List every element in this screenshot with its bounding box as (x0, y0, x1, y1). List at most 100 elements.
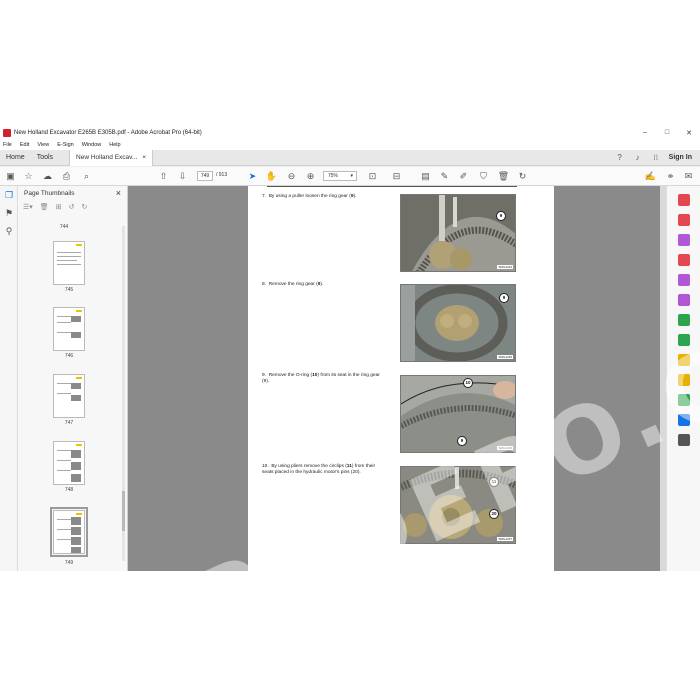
thumbnail-page-747[interactable] (53, 374, 85, 418)
rotate-right-icon[interactable]: ↻ (81, 203, 87, 211)
minimize-button[interactable]: – (634, 129, 656, 137)
export-pdf-icon[interactable] (678, 194, 690, 206)
more-tools-icon[interactable] (678, 434, 690, 446)
stamp-icon[interactable]: ⛉ (477, 170, 490, 183)
thumbnail-page-749[interactable] (50, 507, 88, 557)
title-bar: New Holland Excavator E265B E305B.pdf - … (0, 126, 700, 140)
menu-view[interactable]: View (37, 142, 49, 148)
upload-cloud-icon[interactable]: ☁ (41, 170, 54, 183)
print-icon[interactable]: ⎙ (60, 170, 73, 183)
thumbnail-options-icon[interactable]: ☰▾ (23, 203, 33, 211)
menu-help[interactable]: Help (109, 142, 120, 148)
callout-label: 10 (463, 378, 473, 388)
scrolling-mode-icon[interactable]: ⊟ (390, 170, 403, 183)
save-icon[interactable]: ▣ (4, 170, 17, 183)
scan-ocr-icon[interactable] (678, 334, 690, 346)
thumbnails-scrollbar[interactable] (122, 226, 125, 561)
callout-label: 9 (457, 436, 467, 446)
comment-icon[interactable]: ▤ (419, 170, 432, 183)
zoom-caret-icon: ▾ (350, 173, 353, 179)
zoom-value: 75% (328, 173, 339, 179)
zoom-in-icon[interactable]: ⊕ (304, 170, 317, 183)
menu-esign[interactable]: E-Sign (57, 142, 74, 148)
close-panel-icon[interactable]: × (116, 188, 121, 198)
menu-file[interactable]: File (3, 142, 12, 148)
figure-tag: SMG1236 (497, 446, 513, 450)
print-production-icon[interactable] (678, 394, 690, 406)
document-viewport[interactable]: 7. By using a puller loosen the ring gea… (128, 186, 666, 571)
document-tab-label: New Holland Excav... (76, 153, 138, 161)
protect-icon[interactable] (678, 414, 690, 426)
bookmark-star-icon[interactable]: ☆ (22, 170, 35, 183)
help-icon[interactable]: ? (611, 153, 629, 162)
thumbnail-page-number: 745 (64, 287, 74, 293)
create-pdf-icon[interactable] (678, 214, 690, 226)
thumbnail-page-number: 744 (59, 224, 69, 230)
callout-label: 11 (489, 477, 499, 487)
close-tab-icon[interactable]: × (142, 150, 146, 166)
thumbnail-page-745[interactable] (53, 241, 85, 285)
hand-tool-icon[interactable]: ✋ (265, 170, 278, 183)
maximize-button[interactable]: □ (656, 129, 678, 137)
send-for-signature-icon[interactable] (678, 294, 690, 306)
page-number-input[interactable]: 749 (197, 171, 213, 181)
delete-icon[interactable]: 🗑 (497, 170, 510, 183)
page-fit-icon[interactable]: ⊡ (366, 170, 379, 183)
menu-window[interactable]: Window (82, 142, 102, 148)
email-icon[interactable]: ✉ (682, 170, 695, 183)
thumbnails-panel-title: Page Thumbnails (24, 189, 75, 197)
previous-page-icon[interactable]: ⇧ (157, 170, 170, 183)
draw-icon[interactable]: ✐ (457, 170, 470, 183)
delete-pages-icon[interactable]: 🗑 (40, 203, 49, 211)
share-link-icon[interactable]: ⚭ (664, 170, 677, 183)
tab-home[interactable]: Home (0, 150, 31, 166)
sign-pen-icon[interactable]: ✍ (644, 170, 657, 183)
apps-grid-icon[interactable]: ⁝⁝ (647, 153, 665, 162)
select-cursor-icon[interactable]: ➤ (246, 170, 259, 183)
combine-files-icon[interactable] (678, 254, 690, 266)
thumbnail-page-number: 746 (64, 353, 74, 359)
stamp-tool-icon[interactable] (678, 374, 690, 386)
notification-bell-icon[interactable]: ♪ (629, 153, 647, 162)
page-thumbnails-panel: Page Thumbnails × ☰▾ 🗑 ⊞ ↺ ↻ 744 745 746… (18, 186, 128, 571)
callout-label: 9 (499, 293, 509, 303)
main-toolbar: ▣ ☆ ☁ ⎙ ⌕ ⇧ ⇩ 749 / 913 ➤ ✋ ⊖ ⊕ 75% ▾ ⊡ … (0, 167, 700, 186)
thumbnail-page-number: 747 (64, 420, 74, 426)
thumbnail-page-number: 749 (64, 560, 74, 566)
thumbnail-page-748[interactable] (53, 441, 85, 485)
bookmark-icon[interactable]: ⚑ (0, 204, 18, 222)
fill-sign-icon[interactable] (678, 274, 690, 286)
organize-pages-icon[interactable] (678, 314, 690, 326)
step-photo: 9 SMG1234 (400, 194, 516, 272)
left-navigation-strip: ❐ ⚑ ⚲ (0, 186, 18, 571)
find-icon[interactable]: ⌕ (80, 170, 93, 183)
right-tools-pane (666, 186, 700, 571)
acrobat-logo-icon (3, 129, 11, 137)
instruction-step: 7. By using a puller loosen the ring gea… (262, 194, 357, 199)
rotate-icon[interactable]: ↻ (516, 170, 529, 183)
callout-label: 20 (489, 509, 499, 519)
step-photo: 10 9 SMG1236 (400, 375, 516, 453)
tab-document[interactable]: New Holland Excav... × (69, 149, 154, 166)
instruction-step: 10. By using pliers remove the circlips … (262, 464, 376, 475)
menu-bar: File Edit View E-Sign Window Help (0, 140, 700, 150)
pdf-page: 7. By using a puller loosen the ring gea… (248, 186, 554, 571)
zoom-out-icon[interactable]: ⊖ (285, 170, 298, 183)
rotate-left-icon[interactable]: ↺ (69, 203, 75, 211)
zoom-dropdown[interactable]: 75% ▾ (323, 171, 357, 181)
thumbnail-page-746[interactable] (53, 307, 85, 351)
tab-tools[interactable]: Tools (31, 150, 59, 166)
instruction-step: 8. Remove the ring gear (9). (262, 282, 324, 287)
menu-edit[interactable]: Edit (20, 142, 29, 148)
highlight-pen-icon[interactable]: ✎ (438, 170, 451, 183)
instruction-step: 9. Remove the O-ring (10) from its seat … (262, 373, 380, 384)
page-thumbnails-nav-icon[interactable]: ❐ (0, 186, 18, 204)
next-page-icon[interactable]: ⇩ (176, 170, 189, 183)
acrobat-window: New Holland Excavator E265B E305B.pdf - … (0, 126, 700, 571)
edit-pdf-icon[interactable] (678, 234, 690, 246)
insert-page-icon[interactable]: ⊞ (56, 203, 62, 211)
attachment-icon[interactable]: ⚲ (0, 222, 18, 240)
comment-tool-icon[interactable] (678, 354, 690, 366)
close-window-button[interactable]: ✕ (678, 129, 700, 137)
sign-in-button[interactable]: Sign In (669, 154, 692, 161)
